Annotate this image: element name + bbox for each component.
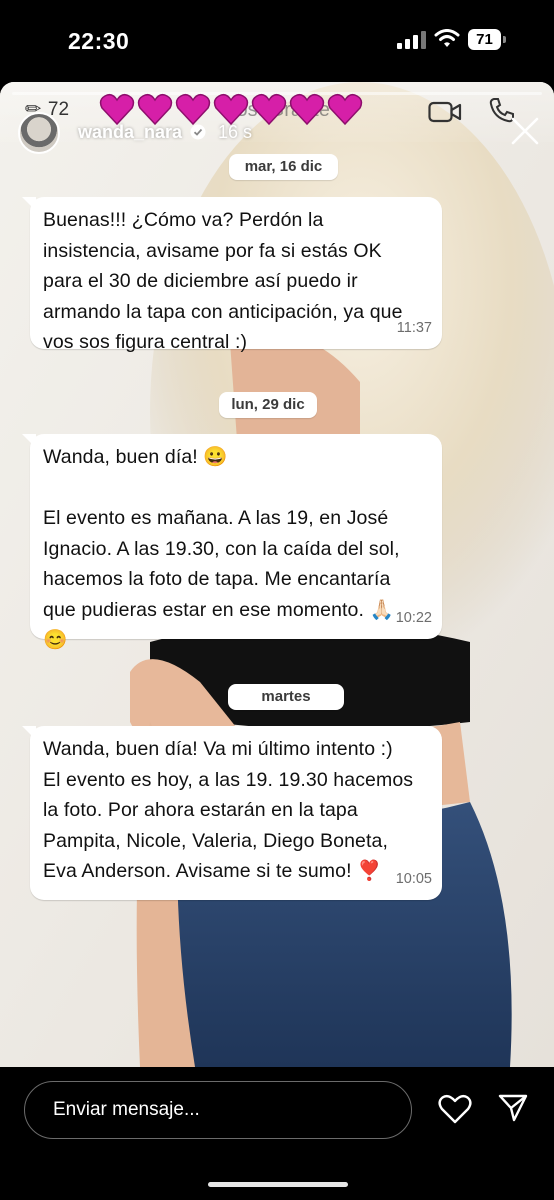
chat-message: Buenas!!! ¿Cómo va? Perdón la insistenci… (22, 197, 442, 353)
chat-message: Wanda, buen día! 😀 El evento es mañana. … (22, 434, 442, 651)
heart-sticker-icon (327, 93, 363, 126)
bubble-tail (22, 434, 36, 448)
heart-sticker-icon (251, 93, 287, 126)
story-view[interactable]: ✎72 RosaGrante wanda_nara 16 s mar, 16 d… (0, 82, 554, 1067)
message-text: Buenas!!! ¿Cómo va? Perdón la insistenci… (43, 209, 403, 353)
message-input[interactable]: Enviar mensaje... (24, 1081, 412, 1139)
battery-tip (503, 36, 506, 43)
signal-icon (397, 31, 426, 49)
message-text: Wanda, buen día! Va mi último intento :)… (43, 738, 414, 882)
battery-level: 71 (468, 29, 501, 50)
message-time: 10:05 (395, 870, 432, 887)
status-time: 22:30 (68, 28, 130, 54)
date-separator: lun, 29 dic (219, 392, 317, 418)
message-time: 10:22 (395, 609, 432, 626)
status-bar: 22:30 71 (0, 0, 554, 82)
heart-icon[interactable] (438, 1094, 472, 1124)
message-time: 11:37 (396, 319, 432, 336)
story-time-ago: 16 s (218, 122, 253, 142)
verified-icon (190, 124, 206, 140)
close-icon[interactable] (510, 116, 540, 146)
home-indicator (208, 1182, 348, 1187)
avatar[interactable] (18, 112, 60, 154)
bubble-tail (22, 726, 36, 740)
bubble-tail (22, 197, 36, 211)
send-icon[interactable] (497, 1092, 529, 1124)
date-separator: martes (228, 684, 344, 710)
battery-icon: 71 (468, 29, 506, 50)
username[interactable]: wanda_nara (78, 122, 182, 143)
heart-sticker-icon (289, 93, 325, 126)
message-input-placeholder: Enviar mensaje... (53, 1099, 200, 1120)
reply-bar: Enviar mensaje... (0, 1067, 554, 1200)
message-text: Wanda, buen día! 😀 El evento es mañana. … (43, 446, 400, 651)
wifi-icon (434, 29, 460, 47)
date-separator: mar, 16 dic (229, 154, 338, 180)
video-call-icon[interactable] (428, 100, 462, 124)
chat-message: Wanda, buen día! Va mi último intento :)… (22, 726, 442, 900)
